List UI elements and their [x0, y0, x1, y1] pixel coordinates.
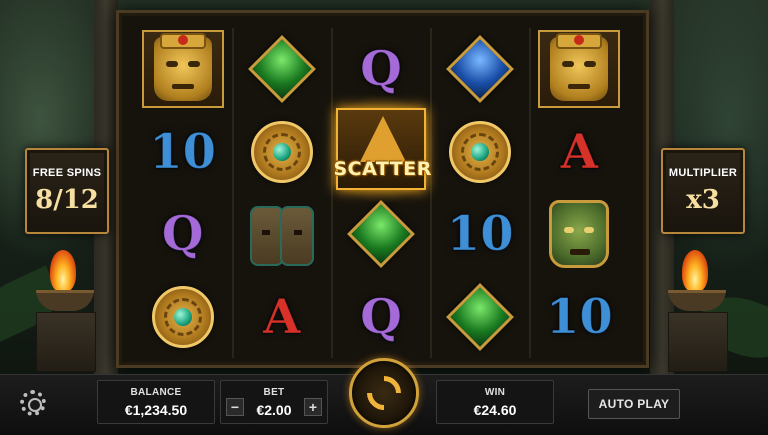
- ten-symbol: 10: [149, 123, 217, 180]
- multiplier-label: MULTIPLIER: [668, 167, 738, 179]
- gem-green-icon: [446, 282, 515, 351]
- free-spins-panel: FREE SPINS 8/12: [25, 148, 109, 234]
- scatter-label: SCATTER: [333, 158, 432, 180]
- ten-symbol: 10: [446, 206, 514, 263]
- scatter-symbol: SCATTER: [323, 96, 438, 202]
- bet-increase-button[interactable]: +: [304, 398, 322, 416]
- gold-coin-icon: [151, 285, 214, 348]
- reel-cell: [431, 111, 530, 194]
- gold-coin-icon: [449, 120, 512, 183]
- mask-green-icon: [549, 200, 610, 269]
- ace-symbol: A: [263, 288, 301, 345]
- bet-decrease-button[interactable]: −: [226, 398, 244, 416]
- reel-cell: [331, 193, 430, 276]
- reel-cell: Q: [331, 276, 430, 359]
- scatter-frame: SCATTER: [333, 108, 432, 190]
- torch-plinth: [668, 312, 728, 372]
- gem-green-icon: [247, 35, 316, 104]
- mask-gold-icon: [141, 30, 224, 109]
- queen-symbol: Q: [360, 41, 403, 98]
- balance-label: BALANCE: [130, 386, 182, 398]
- settings-gear-icon[interactable]: [20, 390, 46, 416]
- reel-cell: A: [530, 111, 629, 194]
- mask-gold-icon: [538, 30, 621, 109]
- reel-cell: [133, 276, 232, 359]
- flame-icon: [50, 250, 76, 292]
- reel-cell: [232, 111, 331, 194]
- reel-cell: 10: [530, 276, 629, 359]
- reel-cell: 10: [431, 193, 530, 276]
- balance-value: €1,234.50: [124, 401, 188, 418]
- reel-cell: [232, 193, 331, 276]
- gold-coin-icon: [250, 120, 313, 183]
- gem-green-icon: [347, 200, 415, 269]
- free-spins-label: FREE SPINS: [32, 167, 102, 179]
- reel-cell: [133, 28, 232, 111]
- free-spins-value: 8/12: [35, 185, 99, 215]
- gem-blue-icon: [446, 35, 515, 104]
- bet-value: €2.00: [256, 401, 292, 418]
- multiplier-value: x3: [686, 185, 720, 215]
- win-display: WIN €24.60: [436, 380, 554, 424]
- balance-display: BALANCE €1,234.50: [97, 380, 215, 424]
- torch-plinth: [36, 312, 96, 372]
- reel-cell: [530, 28, 629, 111]
- spin-arrows-icon: [359, 368, 409, 418]
- flame-icon: [682, 250, 708, 292]
- bet-label: BET: [263, 386, 285, 398]
- autoplay-button[interactable]: AUTO PLAY: [588, 389, 680, 419]
- pyramid-icon: [359, 116, 406, 162]
- reel-cell: [232, 28, 331, 111]
- multiplier-panel: MULTIPLIER x3: [661, 148, 745, 234]
- reel-cell: [431, 276, 530, 359]
- reel-cell: 10: [133, 111, 232, 194]
- reel-cell: [431, 28, 530, 111]
- reel-cell: [530, 193, 629, 276]
- ten-symbol: 10: [545, 288, 613, 345]
- win-value: €24.60: [473, 401, 517, 418]
- ace-symbol: A: [560, 123, 599, 180]
- queen-symbol: Q: [161, 206, 204, 263]
- spin-button[interactable]: [349, 358, 419, 428]
- reel-cell: Q: [133, 193, 232, 276]
- reel-cell: A: [232, 276, 331, 359]
- mask-stone-icon: [249, 202, 314, 267]
- queen-symbol: Q: [360, 288, 403, 345]
- win-label: WIN: [484, 386, 506, 398]
